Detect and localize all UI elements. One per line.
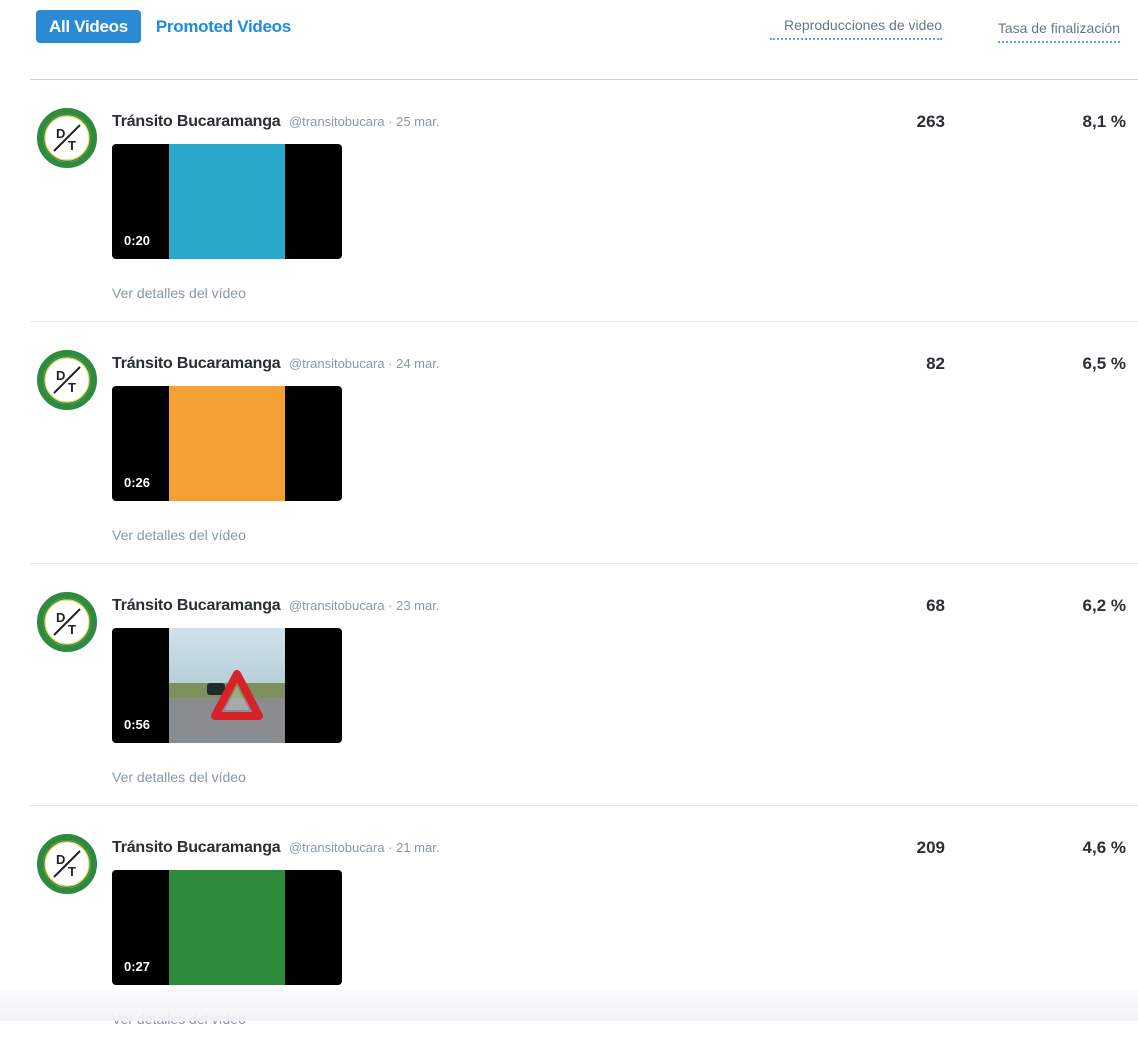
plays-value: 263 (916, 112, 945, 131)
video-duration: 0:20 (124, 233, 151, 248)
tweet-meta: Tránsito Bucaramanga @transitobucara · 2… (112, 597, 439, 615)
tab-all-videos[interactable]: All Videos (36, 10, 141, 43)
video-duration: 0:27 (124, 959, 151, 974)
account-handle-date: @transitobucara · 21 mar. (288, 840, 440, 855)
svg-text:D: D (56, 610, 65, 625)
video-thumbnail[interactable]: 0:27 (112, 870, 342, 985)
video-row: D T Tránsito Bucaramanga @transitobucara… (30, 564, 1138, 806)
video-duration: 0:56 (124, 717, 151, 732)
scroll-fade-overlay (0, 990, 1138, 1021)
completion-rate-value: 6,5 % (1082, 354, 1126, 373)
avatar[interactable]: D T (37, 108, 97, 168)
video-frame (169, 144, 285, 259)
video-frame (169, 870, 285, 985)
transit-logo-icon: D T (43, 840, 91, 888)
plays-value: 68 (926, 596, 945, 615)
completion-rate-value: 6,2 % (1082, 596, 1126, 615)
completion-rate-value: 8,1 % (1082, 112, 1126, 131)
svg-text:D: D (56, 368, 65, 383)
avatar[interactable]: D T (37, 834, 97, 894)
tab-promoted-videos[interactable]: Promoted Videos (156, 17, 291, 37)
view-details-link[interactable]: Ver detalles del vídeo (112, 769, 246, 785)
view-details-link[interactable]: Ver detalles del vídeo (112, 527, 246, 543)
tweet-meta: Tránsito Bucaramanga @transitobucara · 2… (112, 113, 439, 131)
video-duration: 0:26 (124, 475, 151, 490)
plays-value: 82 (926, 354, 945, 373)
transit-logo-icon: D T (43, 356, 91, 404)
column-header-completion-label: Tasa de finalización (997, 18, 1120, 43)
column-header-plays-label: Reproducciones de video (770, 15, 942, 40)
avatar[interactable]: D T (37, 592, 97, 652)
svg-text:T: T (68, 864, 76, 879)
svg-text:D: D (56, 126, 65, 141)
account-name[interactable]: Tránsito Bucaramanga (112, 597, 281, 614)
svg-text:T: T (68, 138, 76, 153)
svg-text:T: T (68, 622, 76, 637)
video-thumbnail[interactable]: 0:20 (112, 144, 342, 259)
video-thumbnail[interactable]: 0:56 (112, 628, 342, 743)
account-name[interactable]: Tránsito Bucaramanga (112, 113, 281, 130)
tweet-meta: Tránsito Bucaramanga @transitobucara · 2… (112, 355, 439, 373)
transit-logo-icon: D T (43, 598, 91, 646)
video-frame (169, 386, 285, 501)
account-name[interactable]: Tránsito Bucaramanga (112, 839, 281, 856)
completion-rate-value: 4,6 % (1082, 838, 1126, 857)
account-handle-date: @transitobucara · 25 mar. (288, 114, 440, 129)
avatar[interactable]: D T (37, 350, 97, 410)
plays-value: 209 (916, 838, 945, 857)
svg-text:T: T (68, 380, 76, 395)
svg-text:D: D (56, 852, 65, 867)
transit-logo-icon: D T (43, 114, 91, 162)
view-details-link[interactable]: Ver detalles del vídeo (112, 285, 246, 301)
video-tabs: All Videos Promoted Videos (36, 10, 291, 43)
video-row: D T Tránsito Bucaramanga @transitobucara… (30, 322, 1138, 564)
video-row: D T Tránsito Bucaramanga @transitobucara… (30, 80, 1138, 322)
account-name[interactable]: Tránsito Bucaramanga (112, 355, 281, 372)
account-handle-date: @transitobucara · 23 mar. (288, 598, 440, 613)
column-header-plays[interactable]: Reproducciones de video (770, 15, 942, 40)
account-handle-date: @transitobucara · 24 mar. (288, 356, 440, 371)
tweet-meta: Tránsito Bucaramanga @transitobucara · 2… (112, 839, 439, 857)
warning-triangle-frame (169, 628, 285, 743)
video-thumbnail[interactable]: 0:26 (112, 386, 342, 501)
column-header-completion[interactable]: Tasa de finalización (972, 18, 1120, 43)
